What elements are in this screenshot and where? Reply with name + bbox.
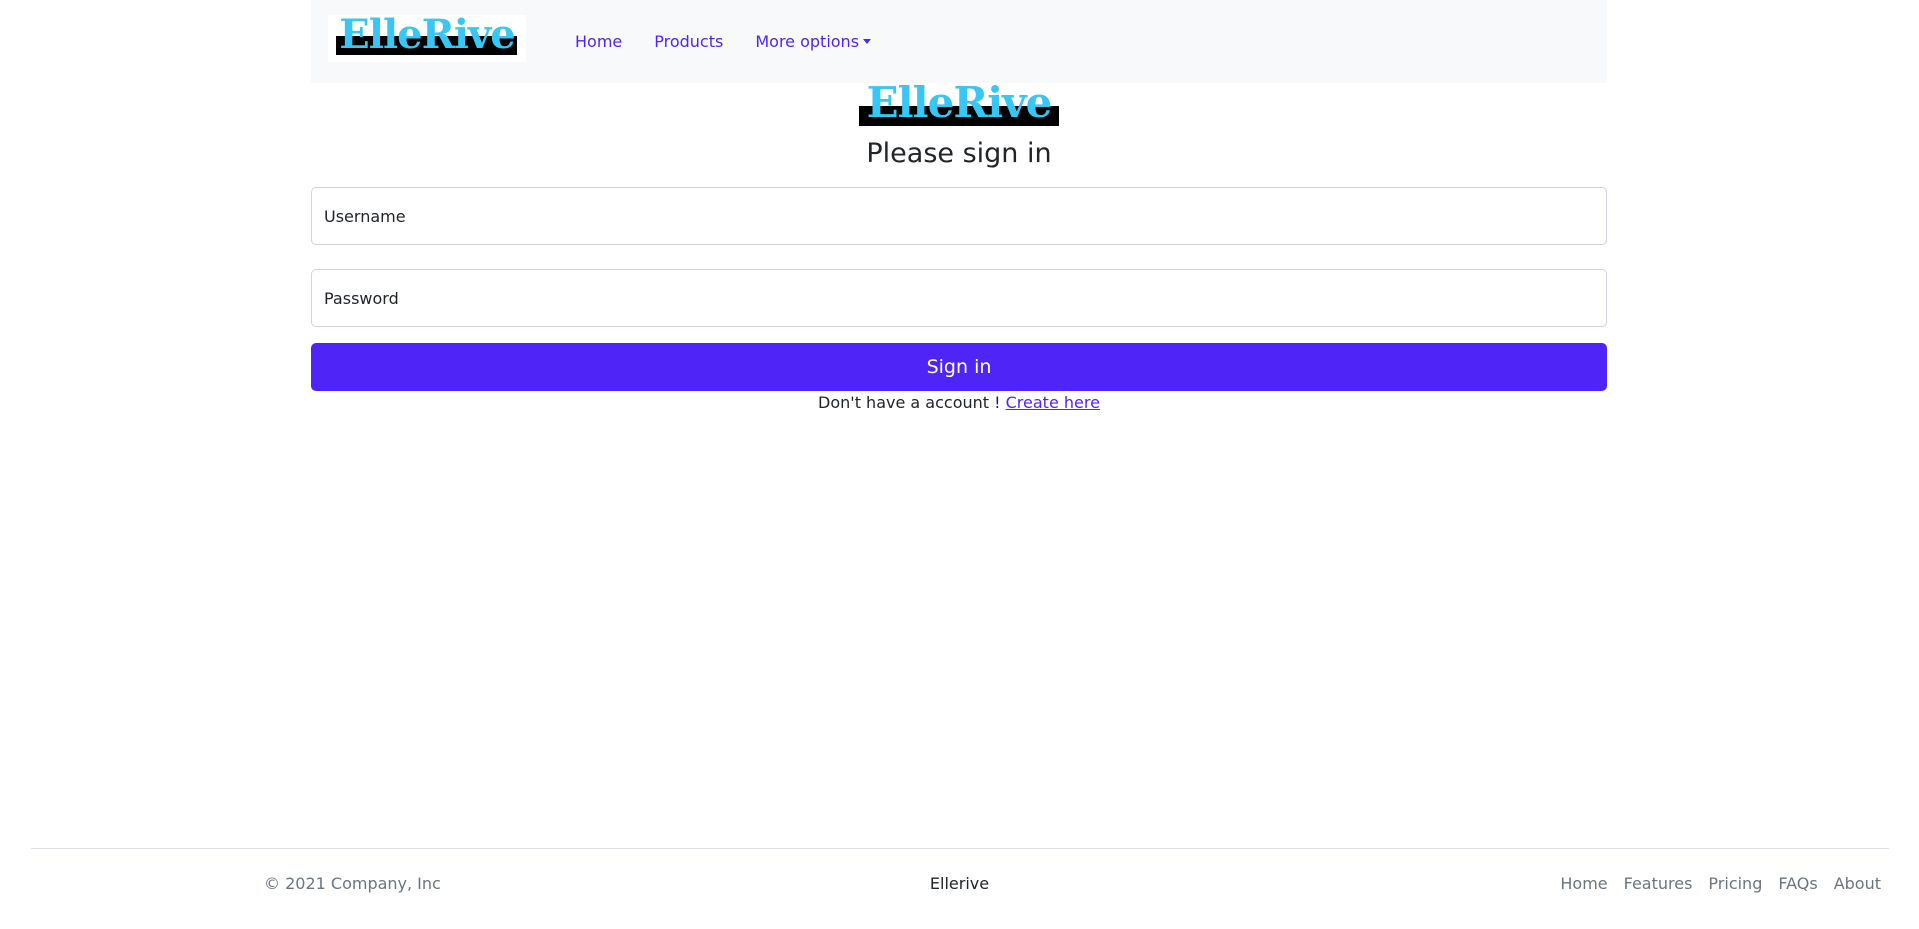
brand-logo[interactable]: ElleRive	[328, 11, 526, 62]
signin-logo: ElleRive	[859, 78, 1059, 130]
page-title: Please sign in	[866, 138, 1052, 169]
password-label: Password	[324, 288, 399, 308]
footer-link-about[interactable]: About	[1834, 874, 1881, 893]
nav-dropdown-more-options[interactable]: More options	[755, 32, 872, 51]
signup-prompt: Don't have a account ! Create here	[311, 392, 1607, 414]
footer-link-home[interactable]: Home	[1560, 874, 1607, 893]
footer-link-faqs[interactable]: FAQs	[1778, 874, 1817, 893]
create-account-link[interactable]: Create here	[1006, 393, 1100, 412]
footer-copyright: © 2021 Company, Inc	[264, 874, 441, 893]
nav-links: Home Products More options	[575, 0, 903, 83]
footer-link-pricing[interactable]: Pricing	[1708, 874, 1762, 893]
footer-brand[interactable]: Ellerive	[930, 874, 989, 893]
password-field[interactable]: Password	[311, 269, 1607, 327]
footer-divider	[31, 848, 1889, 849]
signin-logo-text: ElleRive	[866, 78, 1053, 127]
footer-nav: Home Features Pricing FAQs About	[1544, 874, 1881, 893]
navbar: ElleRive Home Products More options	[311, 0, 1607, 83]
nav-link-products[interactable]: Products	[654, 32, 723, 51]
brand-logo-text: ElleRive	[339, 11, 515, 58]
nav-dropdown-label: More options	[755, 32, 860, 51]
username-field[interactable]: Username	[311, 187, 1607, 245]
caret-down-icon	[863, 39, 872, 44]
username-label: Username	[324, 206, 406, 226]
nav-link-home[interactable]: Home	[575, 32, 622, 51]
sign-in-button[interactable]: Sign in	[311, 343, 1607, 391]
no-account-text: Don't have a account !	[818, 393, 1001, 412]
footer-link-features[interactable]: Features	[1624, 874, 1693, 893]
